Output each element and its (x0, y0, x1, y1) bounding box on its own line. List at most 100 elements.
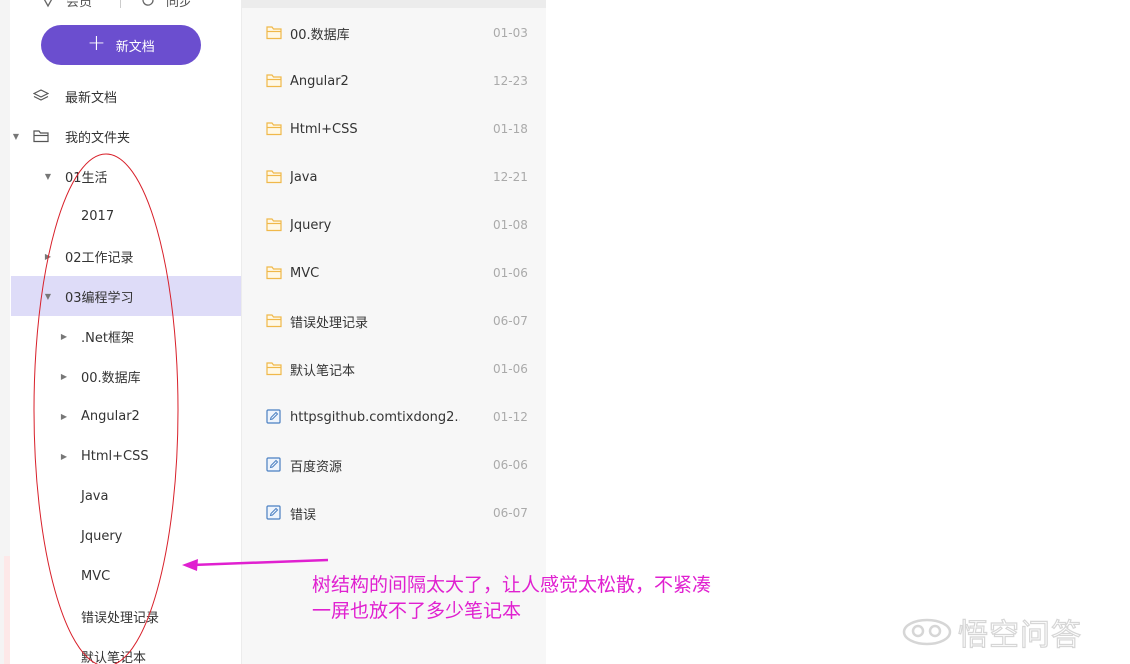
caret-down-icon[interactable]: ▼ (43, 292, 53, 301)
tree-item-label: Angular2 (81, 408, 140, 424)
doc-list: 00.数据库 01-03 Angular2 12-23 Html+CSS 01-18 Jav… (242, 0, 546, 664)
member-button[interactable]: 会员 (40, 0, 92, 10)
note-icon (266, 457, 281, 476)
doc-title: MVC (290, 265, 320, 281)
tree-item[interactable]: ▶ 02工作记录 (11, 236, 241, 276)
doc-title: Java (290, 169, 318, 185)
doc-list-item[interactable]: Angular2 12-23 (242, 57, 546, 105)
tree-item-label: .Net框架 (81, 330, 134, 346)
folder-icon (266, 169, 282, 188)
plus-icon: + (87, 31, 106, 56)
tree-item-label: MVC (81, 568, 111, 584)
watermark-logo-icon (902, 618, 952, 646)
tree-item-label: 00.数据库 (81, 370, 141, 386)
tree-item-label: 错误处理记录 (81, 610, 160, 626)
caret-right-icon[interactable]: ▶ (43, 252, 53, 261)
tree-item[interactable]: 默认笔记本 (11, 636, 241, 664)
doc-date: 01-18 (493, 122, 528, 136)
doc-date: 01-12 (493, 410, 528, 424)
caret-right-icon[interactable]: ▶ (59, 412, 69, 421)
doc-date: 01-03 (493, 26, 528, 40)
sidebar: 会员 同步 + 新文档 最新文档 ▼ 我的文件夹 ▼ 01生活 2017 ▶ 02工作记… (0, 0, 242, 664)
caret-down-icon[interactable]: ▼ (43, 172, 53, 181)
note-icon (266, 505, 281, 524)
caret-down-icon: ▼ (12, 131, 20, 141)
tree-item-label: 默认笔记本 (81, 650, 147, 664)
folder-outline-icon (33, 130, 49, 143)
doc-list-item[interactable]: 00.数据库 01-03 (242, 9, 546, 57)
folder-icon (266, 217, 282, 236)
nav-my-folder-label: 我的文件夹 (65, 130, 131, 146)
tree-item-label: Java (81, 488, 109, 504)
tree-item[interactable]: MVC (11, 556, 241, 596)
folder-icon (266, 25, 282, 44)
tree-item-label: 03编程学习 (65, 290, 134, 306)
tree-item[interactable]: 2017 (11, 196, 241, 236)
folder-icon (266, 121, 282, 140)
sync-label: 同步 (166, 0, 193, 10)
folder-icon (266, 265, 282, 284)
tree-item[interactable]: ▶ Html+CSS (11, 436, 241, 476)
tree-item[interactable]: ▼ 01生活 (11, 156, 241, 196)
doc-title: 00.数据库 (290, 27, 350, 43)
folder-icon (266, 313, 282, 332)
tree-item-label: 2017 (81, 208, 115, 224)
doc-list-item[interactable]: httpsgithub.comtixdong2... 01-12 (242, 393, 546, 441)
doc-list-item[interactable]: 默认笔记本 01-06 (242, 345, 546, 393)
new-doc-button[interactable]: + 新文档 (41, 25, 201, 65)
tree-item[interactable]: ▼ 03编程学习 (11, 276, 241, 316)
tree-item[interactable]: 错误处理记录 (11, 596, 241, 636)
tree-item[interactable]: ▶ 00.数据库 (11, 356, 241, 396)
doc-list-item[interactable]: MVC 01-06 (242, 249, 546, 297)
caret-right-icon[interactable]: ▶ (59, 332, 69, 341)
doc-date: 01-06 (493, 362, 528, 376)
doc-list-item[interactable]: Java 12-21 (242, 153, 546, 201)
tree-item-label: Jquery (81, 528, 123, 544)
doc-title: httpsgithub.comtixdong2... (290, 409, 460, 425)
doc-date: 01-06 (493, 266, 528, 280)
doc-date: 01-08 (493, 218, 528, 232)
toolbar-divider (120, 0, 121, 8)
caret-right-icon[interactable]: ▶ (59, 452, 69, 461)
doc-list-item[interactable]: 百度资源 06-06 (242, 441, 546, 489)
annotation-line-2: 一屏也放不了多少笔记本 (312, 600, 522, 622)
tree-item[interactable]: ▶ .Net框架 (11, 316, 241, 356)
tree-item[interactable]: ▶ Angular2 (11, 396, 241, 436)
nav-latest-docs[interactable]: 最新文档 (11, 76, 241, 116)
doc-title: Html+CSS (290, 121, 358, 137)
doc-title: 错误处理记录 (290, 315, 369, 331)
left-strip-highlight (4, 556, 10, 664)
caret-right-icon[interactable]: ▶ (59, 372, 69, 381)
note-icon (266, 409, 281, 428)
annotation-text: 树结构的间隔太大了，让人感觉太松散，不紧凑 一屏也放不了多少笔记本 (312, 572, 711, 624)
tree-item[interactable]: Java (11, 476, 241, 516)
doc-list-header-bar (242, 0, 546, 8)
doc-list-item[interactable]: 错误 06-07 (242, 489, 546, 537)
annotation-line-1: 树结构的间隔太大了，让人感觉太松散，不紧凑 (312, 574, 712, 596)
doc-title: Jquery (290, 217, 332, 233)
doc-date: 12-21 (493, 170, 528, 184)
doc-date: 06-07 (493, 314, 528, 328)
doc-list-item[interactable]: Html+CSS 01-18 (242, 105, 546, 153)
nav-my-folder[interactable]: ▼ 我的文件夹 (11, 116, 241, 156)
watermark: 悟空问答 (902, 610, 1082, 654)
doc-title: Angular2 (290, 73, 349, 89)
doc-title: 错误 (290, 507, 317, 523)
tree-item-label: 02工作记录 (65, 250, 134, 266)
tree-item-label: 01生活 (65, 170, 108, 186)
tree-item[interactable]: Jquery (11, 516, 241, 556)
doc-list-item[interactable]: 错误处理记录 06-07 (242, 297, 546, 345)
folder-icon (266, 73, 282, 92)
sync-button[interactable]: 同步 (140, 0, 192, 10)
doc-title: 百度资源 (290, 459, 343, 475)
doc-date: 06-07 (493, 506, 528, 520)
diamond-icon (43, 0, 53, 8)
doc-date: 06-06 (493, 458, 528, 472)
doc-list-item[interactable]: Jquery 01-08 (242, 201, 546, 249)
sync-icon (142, 0, 154, 6)
folder-icon (266, 361, 282, 380)
watermark-text: 悟空问答 (957, 617, 1082, 653)
tree-item-label: Html+CSS (81, 448, 149, 464)
doc-title: 默认笔记本 (290, 363, 356, 379)
nav-latest-docs-label: 最新文档 (65, 90, 118, 106)
